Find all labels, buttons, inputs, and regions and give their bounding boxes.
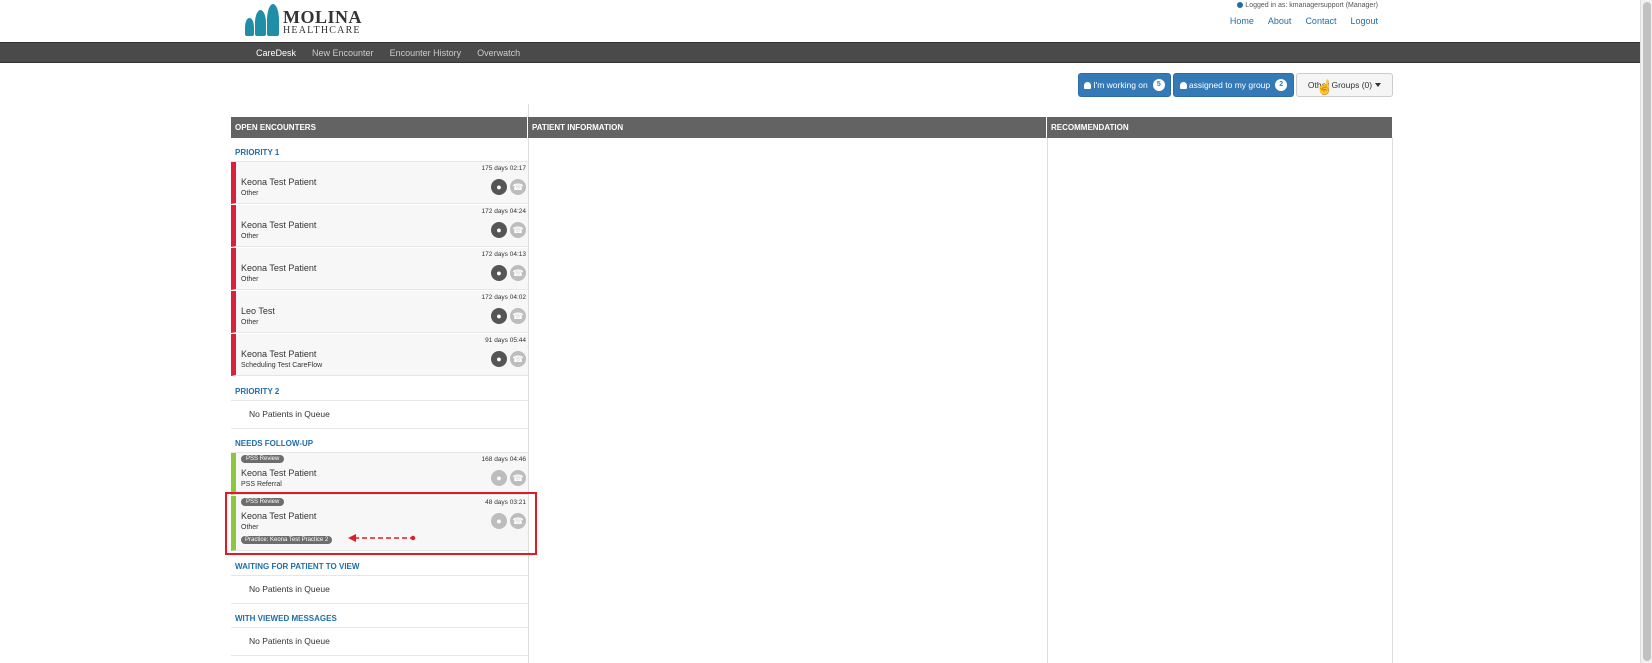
- logo-line1: MOLINA: [283, 7, 362, 27]
- link-about[interactable]: About: [1268, 16, 1292, 26]
- other-groups-dropdown[interactable]: Other Groups (0): [1296, 73, 1393, 97]
- nav-caredesk[interactable]: CareDesk: [256, 48, 296, 58]
- person-icon[interactable]: ●: [491, 179, 507, 195]
- section-needs-follow-up: NEEDS FOLLOW-UP: [231, 429, 528, 453]
- patient-name: Leo Test: [241, 306, 275, 316]
- person-icon[interactable]: ●: [491, 265, 507, 281]
- patient-information-header: PATIENT INFORMATION: [528, 117, 1047, 138]
- dashed-arrow-icon: [348, 534, 416, 542]
- encounter-card[interactable]: 175 days 02:17 Keona Test Patient Other …: [231, 162, 528, 204]
- encounter-type: PSS Referral: [241, 481, 282, 488]
- column-divider: [1392, 138, 1393, 663]
- working-on-count: 5: [1152, 79, 1165, 91]
- encounter-time: 172 days 04:13: [481, 251, 526, 258]
- encounter-time: 168 days 04:46: [481, 456, 526, 463]
- person-icon[interactable]: ●: [491, 308, 507, 324]
- empty-queue-message: No Patients in Queue: [231, 628, 528, 656]
- logged-in-status: Logged in as: kmanagersupport (Manager): [1237, 2, 1378, 9]
- empty-queue-message: No Patients in Queue: [231, 401, 528, 429]
- encounter-type: Other: [241, 233, 259, 240]
- phone-icon[interactable]: ☎: [510, 265, 526, 281]
- assigned-to-group-button[interactable]: assigned to my group 2: [1173, 73, 1294, 97]
- pss-review-badge: PSS Review: [241, 455, 285, 463]
- user-icon: [1237, 2, 1244, 9]
- page-header: MOLINA HEALTHCARE Logged in as: kmanager…: [0, 0, 1640, 42]
- logo-line2: HEALTHCARE: [283, 25, 361, 36]
- patient-name: Keona Test Patient: [241, 263, 317, 273]
- main-navbar: CareDesk New Encounter Encounter History…: [0, 42, 1640, 63]
- person-icon[interactable]: ●: [491, 470, 507, 486]
- phone-icon[interactable]: ☎: [510, 179, 526, 195]
- open-encounters-list: PRIORITY 1 175 days 02:17 Keona Test Pat…: [231, 138, 528, 656]
- encounter-type: Other: [241, 190, 259, 197]
- hand-cursor-icon: ☝: [1316, 79, 1334, 95]
- phone-icon[interactable]: ☎: [510, 470, 526, 486]
- encounter-type: Other: [241, 319, 259, 326]
- phone-icon[interactable]: ☎: [510, 222, 526, 238]
- highlight-annotation-box: [225, 492, 537, 555]
- section-priority-1: PRIORITY 1: [231, 138, 528, 162]
- recommendation-header: RECOMMENDATION: [1047, 117, 1393, 138]
- encounter-type: Other: [241, 276, 259, 283]
- caret-down-icon: [1375, 83, 1382, 87]
- patient-name: Keona Test Patient: [241, 349, 317, 359]
- patient-name: Keona Test Patient: [241, 468, 317, 478]
- group-icon: [1179, 81, 1187, 89]
- link-contact[interactable]: Contact: [1305, 16, 1336, 26]
- user-icon: [1084, 81, 1092, 89]
- page-scrollbar[interactable]: [1640, 0, 1652, 663]
- person-icon[interactable]: ●: [491, 351, 507, 367]
- top-links: Home About Contact Logout: [1230, 16, 1378, 26]
- link-logout[interactable]: Logout: [1350, 16, 1378, 26]
- encounter-time: 175 days 02:17: [481, 165, 526, 172]
- phone-icon[interactable]: ☎: [510, 308, 526, 324]
- person-icon[interactable]: ●: [491, 222, 507, 238]
- encounter-type: Scheduling Test CareFlow: [241, 362, 323, 369]
- nav-new-encounter[interactable]: New Encounter: [312, 48, 374, 58]
- nav-overwatch[interactable]: Overwatch: [477, 48, 520, 58]
- section-waiting-for-patient: WAITING FOR PATIENT TO VIEW: [231, 552, 528, 576]
- encounter-card[interactable]: 172 days 04:13 Keona Test Patient Other …: [231, 248, 528, 290]
- encounter-time: 91 days 05:44: [485, 337, 526, 344]
- working-on-button[interactable]: I'm working on 5: [1078, 73, 1171, 97]
- encounter-card[interactable]: PSS Review 168 days 04:46 Keona Test Pat…: [231, 453, 528, 495]
- encounter-card[interactable]: 172 days 04:24 Keona Test Patient Other …: [231, 205, 528, 247]
- column-divider: [1047, 138, 1048, 663]
- encounter-time: 172 days 04:24: [481, 208, 526, 215]
- encounter-card[interactable]: 91 days 05:44 Keona Test Patient Schedul…: [231, 334, 528, 376]
- link-home[interactable]: Home: [1230, 16, 1254, 26]
- assigned-count: 2: [1275, 79, 1288, 91]
- section-viewed-messages: WITH VIEWED MESSAGES: [231, 604, 528, 628]
- phone-icon[interactable]: ☎: [510, 351, 526, 367]
- patient-name: Keona Test Patient: [241, 220, 317, 230]
- logo-figures-icon: [245, 4, 279, 36]
- column-divider: [528, 104, 529, 663]
- nav-encounter-history[interactable]: Encounter History: [390, 48, 462, 58]
- encounter-time: 172 days 04:02: [481, 294, 526, 301]
- empty-queue-message: No Patients in Queue: [231, 576, 528, 604]
- encounter-card[interactable]: 172 days 04:02 Leo Test Other ● ☎: [231, 291, 528, 333]
- section-priority-2: PRIORITY 2: [231, 377, 528, 401]
- molina-logo[interactable]: MOLINA HEALTHCARE: [245, 4, 362, 36]
- patient-name: Keona Test Patient: [241, 177, 317, 187]
- open-encounters-header: OPEN ENCOUNTERS: [231, 117, 528, 138]
